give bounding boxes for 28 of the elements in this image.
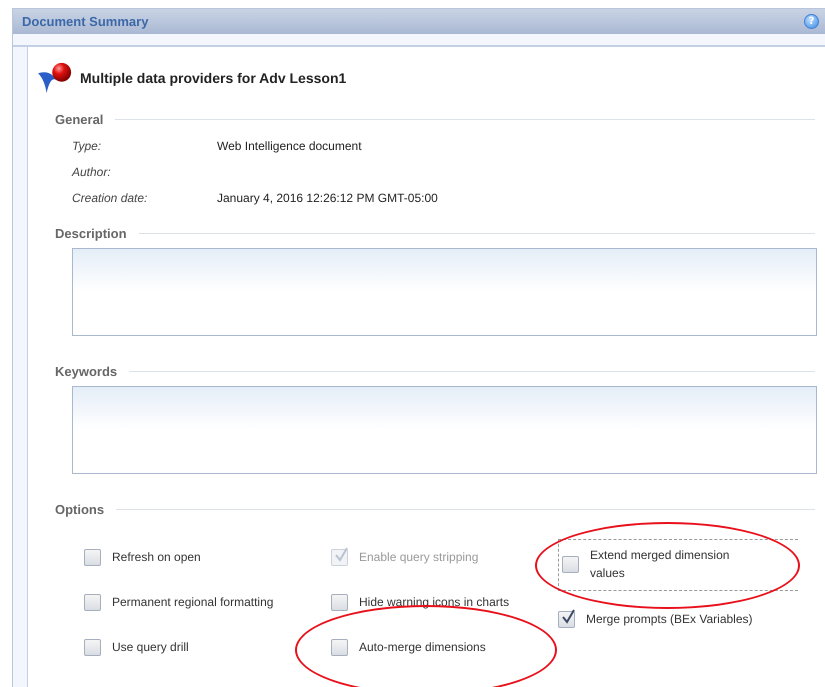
checkbox[interactable]	[331, 594, 348, 610]
checkbox[interactable]	[84, 594, 101, 610]
checkbox[interactable]	[84, 548, 101, 566]
section-heading: Options	[55, 502, 104, 517]
checkbox[interactable]	[84, 638, 101, 656]
field-value: Web Intelligence document	[217, 139, 363, 155]
option-label: Extend merged dimension values	[590, 547, 730, 582]
checkbox[interactable]	[562, 556, 579, 572]
option-label: Use query drill	[112, 640, 189, 654]
section-heading: General	[55, 112, 104, 127]
focused-option[interactable]: Extend merged dimension values	[558, 539, 798, 591]
document-title: Multiple data providers for Adv Lesson1	[80, 70, 346, 86]
field-label: Type:	[72, 139, 102, 155]
window-title: Document Summary	[22, 14, 148, 29]
section-heading: Keywords	[55, 364, 118, 379]
field-value: January 4, 2016 12:26:12 PM GMT-05:00	[217, 191, 439, 207]
field-label: Author:	[72, 165, 112, 181]
field-label: Creation date:	[72, 191, 148, 207]
checkbox[interactable]	[331, 638, 348, 656]
option-label: Permanent regional formatting	[112, 595, 274, 609]
option-label: Auto-merge dimensions	[359, 640, 486, 654]
keywords-field[interactable]	[72, 386, 817, 474]
description-field[interactable]	[72, 248, 817, 336]
section-heading: Description	[55, 226, 127, 241]
option-label: Refresh on open	[112, 550, 201, 564]
checkbox[interactable]	[558, 610, 575, 628]
option-label: Enable query stripping	[359, 550, 478, 564]
option-label: Merge prompts (BEx Variables)	[586, 612, 752, 626]
